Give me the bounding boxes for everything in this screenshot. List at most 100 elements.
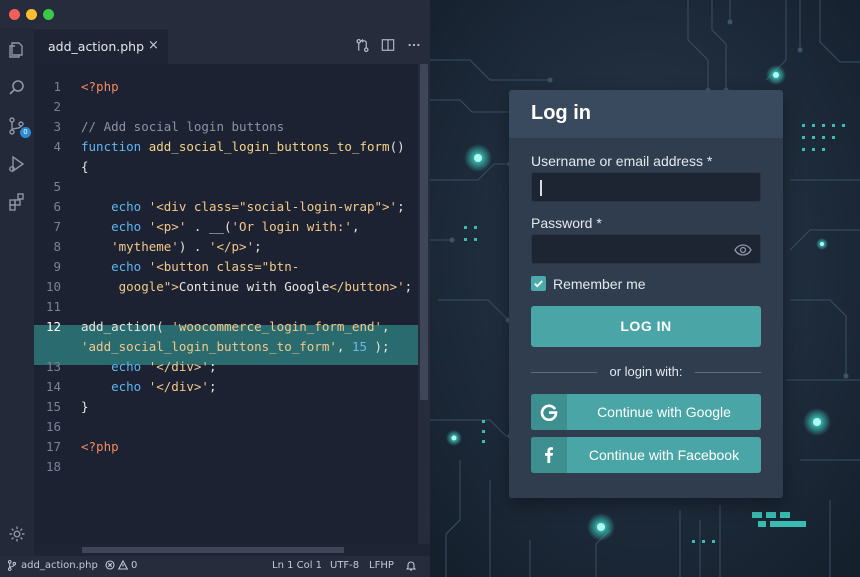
code-line[interactable]: 14 echo '</div>';	[34, 377, 418, 397]
editor-tab-bar: add_action.php ×	[34, 28, 430, 64]
minimize-window-button[interactable]	[26, 9, 37, 20]
code-line[interactable]: 10 google">Continue with Google</button>…	[34, 277, 418, 297]
continue-with-facebook-button[interactable]: Continue with Facebook	[531, 437, 761, 473]
horizontal-scroll-thumb[interactable]	[82, 547, 344, 553]
code-line[interactable]: 18	[34, 457, 418, 477]
code-token: ;	[254, 239, 262, 254]
code-token: 'Or login with:'	[231, 219, 352, 234]
remember-me-label[interactable]: Remember me	[553, 276, 646, 292]
code-token: '</div>'	[148, 359, 209, 374]
code-line[interactable]: 2	[34, 97, 418, 117]
continue-with-google-button[interactable]: Continue with Google	[531, 394, 761, 430]
code-token: '</div>'	[148, 379, 209, 394]
line-number: 8	[53, 239, 61, 254]
code-token: <?php	[81, 79, 119, 94]
code-line[interactable]: 4 function add_social_login_buttons_to_fo…	[34, 137, 418, 157]
notifications-bell-icon[interactable]	[405, 560, 417, 574]
warning-icon	[117, 559, 129, 573]
maximize-window-button[interactable]	[43, 9, 54, 20]
code-line[interactable]: 12 add_action( 'woocommerce_login_form_en…	[34, 317, 418, 337]
vertical-scroll-thumb[interactable]	[420, 64, 428, 400]
source-control-icon[interactable]: 0	[5, 114, 31, 138]
code-line[interactable]: 15}	[34, 397, 418, 417]
code-text: <?php	[81, 77, 119, 97]
login-button[interactable]: LOG IN	[531, 306, 761, 347]
code-text: // Add social login buttons	[81, 117, 284, 137]
code-token: 'mytheme'	[81, 239, 179, 254]
code-token: . __(	[186, 219, 232, 234]
code-token: {	[81, 159, 89, 174]
more-actions-icon[interactable]	[406, 37, 422, 53]
horizontal-scrollbar[interactable]	[34, 544, 418, 556]
social-divider: or login with:	[531, 363, 761, 383]
code-line[interactable]: 17 <?php	[34, 437, 418, 457]
line-number: 18	[45, 459, 61, 474]
tab-add-action-php[interactable]: add_action.php ×	[34, 28, 168, 64]
code-line[interactable]: 11	[34, 297, 418, 317]
code-token: '<p>'	[148, 219, 187, 234]
code-token: <?php	[81, 439, 119, 454]
code-token: // Add social login buttons	[81, 119, 285, 134]
open-changes-icon[interactable]	[354, 37, 370, 53]
password-input[interactable]	[531, 234, 761, 264]
remember-me-checkbox[interactable]	[531, 276, 546, 291]
code-token: 15	[351, 339, 367, 354]
code-line[interactable]: 'add_social_login_buttons_to_form', 15 )…	[34, 337, 418, 357]
code-line[interactable]: 9 echo '<button class="btn-	[34, 257, 418, 277]
tab-close-icon[interactable]: ×	[148, 38, 159, 53]
line-number: 13	[45, 359, 61, 374]
code-token: echo	[81, 259, 149, 274]
close-window-button[interactable]	[9, 9, 20, 20]
code-token: 'add_social_login_buttons_to_form'	[81, 339, 337, 354]
line-number: 12	[45, 319, 61, 334]
text-caret	[540, 180, 542, 196]
explorer-icon[interactable]	[5, 38, 29, 62]
code-token: ,	[336, 339, 352, 354]
code-line[interactable]: 8 'mytheme') . '</p>';	[34, 237, 418, 257]
settings-gear-icon[interactable]	[5, 522, 29, 546]
problems-indicator[interactable]	[105, 560, 115, 573]
code-line[interactable]: 1 <?php	[34, 77, 418, 97]
extensions-icon[interactable]	[5, 190, 29, 214]
divider-text: or login with:	[609, 364, 683, 379]
code-line[interactable]: 3 // Add social login buttons	[34, 117, 418, 137]
code-token: echo	[81, 359, 149, 374]
cursor-position[interactable]: Ln 1 Col 1	[272, 560, 322, 571]
username-input[interactable]	[531, 172, 761, 202]
code-line[interactable]: 16	[34, 417, 418, 437]
tab-label: add_action.php	[48, 39, 145, 54]
code-line[interactable]: 6 echo '<div class="social-login-wrap">'…	[34, 197, 418, 217]
line-number: 11	[45, 299, 61, 314]
code-text: 'add_social_login_buttons_to_form', 15 )…	[81, 337, 390, 357]
code-token: ,	[382, 319, 390, 334]
code-line[interactable]: 7 echo '<p>' . __('Or login with:',	[34, 217, 418, 237]
code-text: function add_social_login_buttons_to_for…	[81, 137, 405, 157]
code-token: add_social_login_buttons_to_form	[148, 139, 390, 154]
line-endings[interactable]: LFHP	[369, 560, 394, 571]
code-line[interactable]: {	[34, 157, 418, 177]
window-titlebar	[0, 0, 430, 28]
code-text: echo '<button class="btn-	[81, 257, 299, 277]
search-icon[interactable]	[5, 76, 29, 100]
encoding[interactable]: UTF-8	[330, 560, 359, 571]
code-line[interactable]: 5	[34, 177, 418, 197]
show-password-eye-icon[interactable]	[734, 242, 752, 258]
code-line[interactable]: 13 echo '</div>';	[34, 357, 418, 377]
activity-bar: 0	[0, 28, 34, 556]
line-number: 6	[53, 199, 61, 214]
line-number: 10	[45, 279, 61, 294]
code-text: <?php	[81, 437, 119, 457]
status-file-name[interactable]: add_action.php	[21, 560, 98, 571]
code-area[interactable]: 1 <?php 2 3 // Add social login buttons 4 func…	[34, 64, 418, 544]
line-number: 16	[45, 419, 61, 434]
code-token: '<button class="btn-	[148, 259, 300, 274]
code-text: add_action( 'woocommerce_login_form_end'…	[81, 317, 390, 337]
code-text: }	[81, 397, 89, 417]
split-editor-icon[interactable]	[380, 37, 396, 53]
line-number: 5	[53, 179, 61, 194]
vertical-scrollbar[interactable]	[418, 64, 430, 544]
login-title: Log in	[531, 102, 591, 124]
run-debug-icon[interactable]	[5, 152, 29, 176]
password-label: Password *	[531, 215, 602, 231]
line-number: 9	[53, 259, 61, 274]
